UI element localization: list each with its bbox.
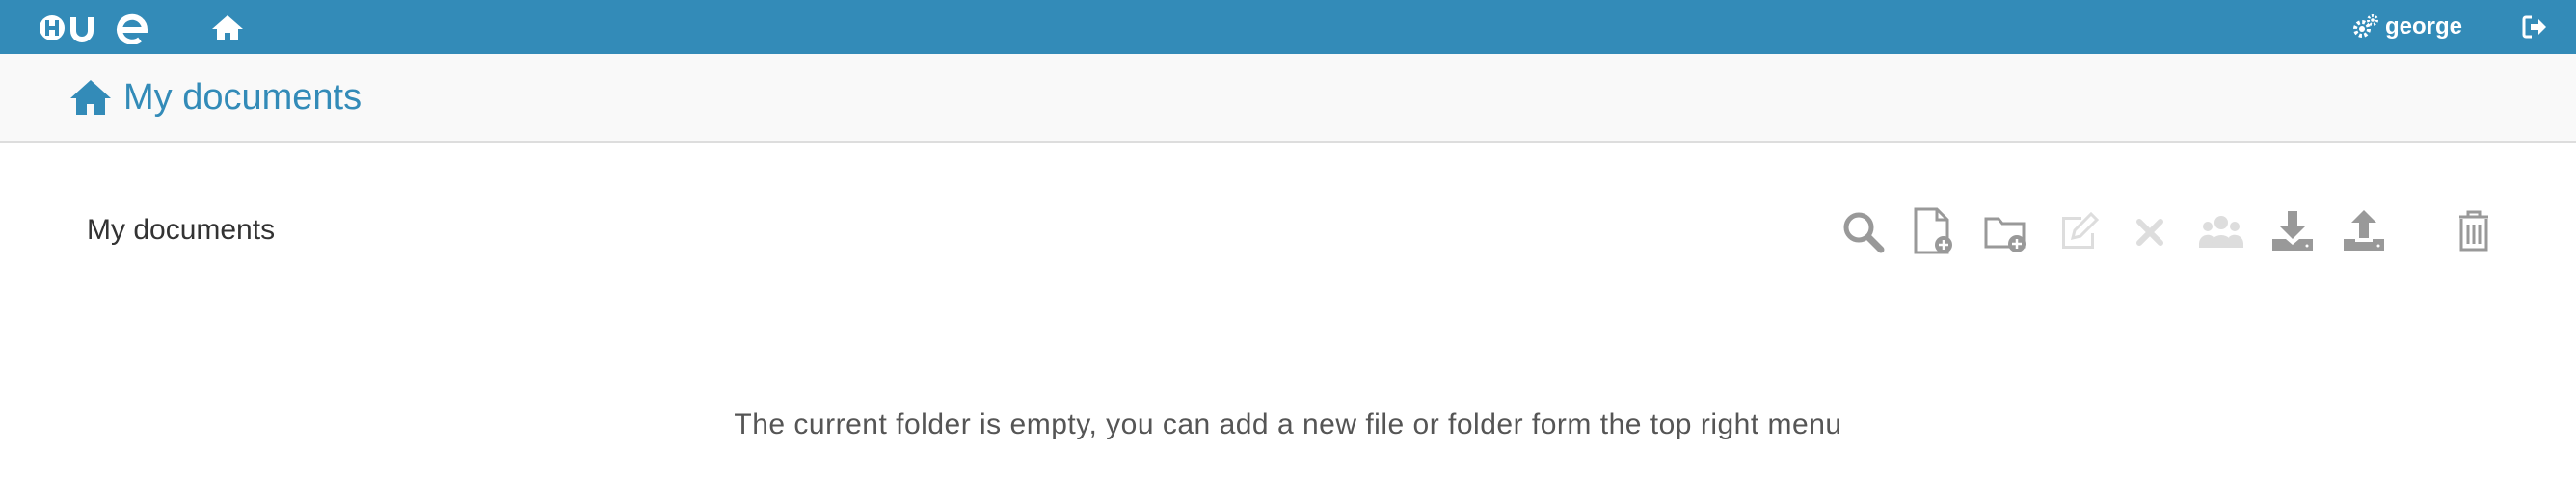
sign-out-icon[interactable] bbox=[2522, 14, 2547, 40]
edit-button[interactable] bbox=[2053, 204, 2104, 258]
home-icon bbox=[70, 80, 111, 115]
top-navbar: george bbox=[0, 0, 2576, 54]
trash-icon bbox=[2459, 210, 2488, 252]
search-button[interactable] bbox=[1838, 204, 1888, 258]
username: george bbox=[2385, 13, 2463, 40]
new-folder-button[interactable] bbox=[1980, 204, 2030, 258]
download-button[interactable] bbox=[2267, 204, 2318, 258]
folder-plus-icon bbox=[1984, 217, 2026, 252]
page-title-text: My documents bbox=[123, 76, 362, 118]
times-icon bbox=[2136, 219, 2163, 246]
upload-button[interactable] bbox=[2339, 204, 2389, 258]
trash-button[interactable] bbox=[2449, 204, 2499, 258]
page-header: My documents bbox=[0, 54, 2576, 143]
home-icon[interactable] bbox=[210, 13, 245, 42]
hue-logo[interactable] bbox=[37, 12, 148, 44]
file-plus-icon bbox=[1914, 207, 1952, 254]
empty-folder-message: The current folder is empty, you can add… bbox=[734, 409, 1842, 440]
new-document-button[interactable] bbox=[1909, 204, 1959, 258]
breadcrumb[interactable]: My documents bbox=[87, 214, 275, 247]
upload-icon bbox=[2344, 210, 2384, 251]
share-button[interactable] bbox=[2196, 204, 2246, 258]
users-icon bbox=[2199, 216, 2243, 248]
download-icon bbox=[2272, 211, 2313, 251]
pencil-icon bbox=[2062, 211, 2100, 249]
delete-button[interactable] bbox=[2125, 204, 2175, 258]
user-menu[interactable]: george bbox=[2352, 13, 2462, 41]
search-icon bbox=[1843, 212, 1885, 253]
page-title[interactable]: My documents bbox=[69, 75, 362, 120]
cogs-icon bbox=[2353, 14, 2378, 38]
